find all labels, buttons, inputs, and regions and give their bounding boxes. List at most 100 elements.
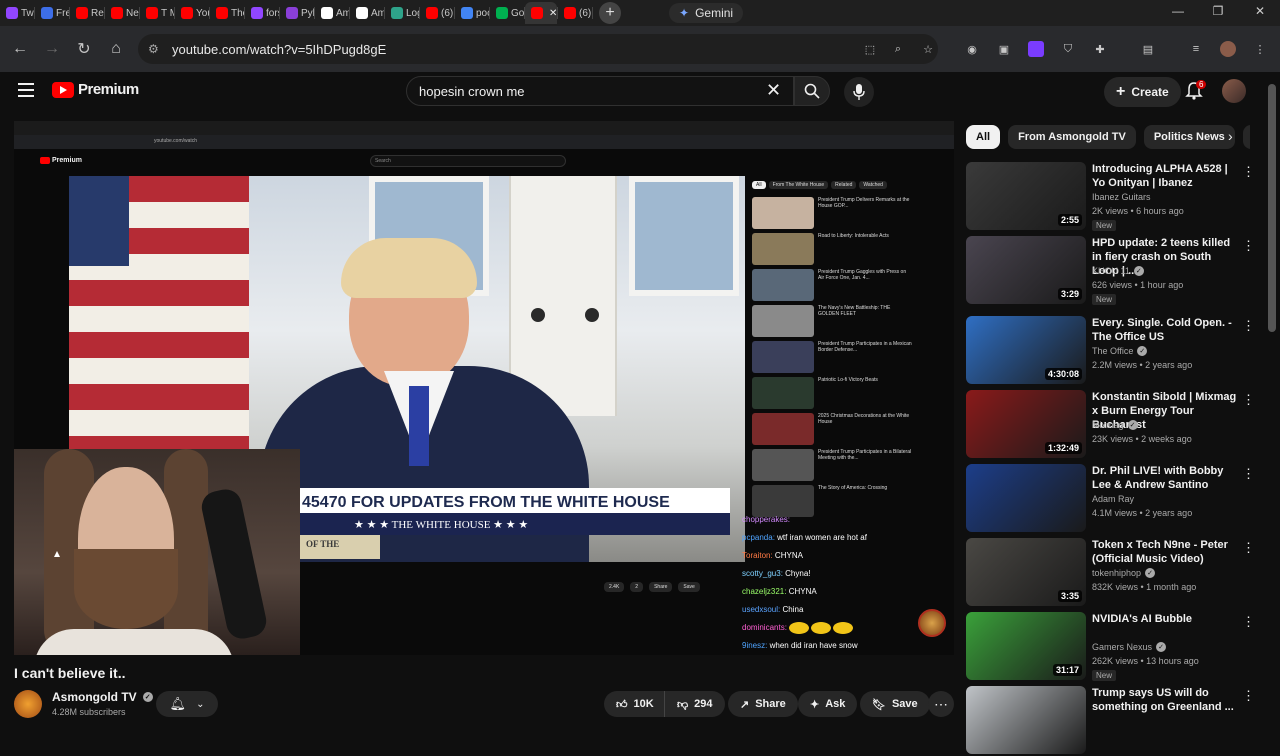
browser-tab[interactable]: (6) <box>558 2 592 24</box>
recommendation-channel[interactable]: Gamers Nexus ✓ <box>1092 642 1167 652</box>
recommendation-thumbnail[interactable] <box>966 686 1086 754</box>
recommendation-item[interactable]: 31:17 NVIDIA's AI Bubble Gamers Nexus ✓ 262K… <box>966 612 1266 682</box>
recommendation-thumbnail[interactable]: 1:32:49 <box>966 390 1086 458</box>
recommendation-channel[interactable]: Adam Ray <box>1092 494 1134 504</box>
recommendation-channel[interactable]: Ibanez Guitars <box>1092 192 1151 202</box>
like-button[interactable]: 👍︎ 10K <box>604 691 664 717</box>
side-panel-icon[interactable]: ▤ <box>1140 41 1156 57</box>
more-options-icon[interactable]: ⋮ <box>1242 614 1255 630</box>
recommendation-thumbnail[interactable]: 2:55 <box>966 162 1086 230</box>
extension-3-icon[interactable] <box>1028 41 1044 57</box>
extension-1-icon[interactable]: ◉ <box>964 41 980 57</box>
browser-tab[interactable]: fors <box>245 2 279 24</box>
video-player[interactable]: youtube.com/watch Premium Search 45470 F… <box>14 121 954 655</box>
browser-tab[interactable]: Fre <box>35 2 69 24</box>
filter-chip[interactable]: Politics News <box>1143 125 1235 149</box>
reading-list-icon[interactable]: ≡ <box>1188 41 1204 57</box>
recommendation-thumbnail[interactable]: 31:17 <box>966 612 1086 680</box>
recommendation-title[interactable]: Token x Tech N9ne - Peter (Official Musi… <box>1092 538 1240 566</box>
recommendation-channel[interactable]: The Office ✓ <box>1092 346 1148 356</box>
more-options-icon[interactable]: ⋮ <box>1242 540 1255 556</box>
more-options-icon[interactable]: ⋮ <box>1242 466 1255 482</box>
recommendation-thumbnail[interactable]: 3:35 <box>966 538 1086 606</box>
profile-avatar-icon[interactable] <box>1220 41 1236 57</box>
gemini-button[interactable]: ✦ Gemini <box>669 3 744 23</box>
recommendation-title[interactable]: Trump says US will do something on Green… <box>1092 686 1240 714</box>
save-button[interactable]: 🔖︎ Save <box>860 691 930 717</box>
back-icon[interactable]: ← <box>4 33 36 65</box>
more-options-icon[interactable]: ⋮ <box>1242 238 1255 254</box>
create-button[interactable]: + Create <box>1104 77 1181 107</box>
browser-tab[interactable]: (6) <box>420 2 454 24</box>
more-options-icon[interactable]: ⋮ <box>1242 392 1255 408</box>
recommendation-item[interactable]: 3:29 HPD update: 2 teens killed in fiery … <box>966 236 1266 306</box>
forward-icon[interactable]: → <box>36 33 68 65</box>
filter-chip[interactable]: All <box>966 125 1001 149</box>
bookmark-star-icon[interactable]: ☆ <box>920 41 936 57</box>
recommendation-channel[interactable]: Mixmag ✓ <box>1092 420 1138 430</box>
extension-2-icon[interactable]: ▣ <box>996 41 1012 57</box>
browser-tab[interactable]: Twi <box>0 2 34 24</box>
channel-name-row[interactable]: Asmongold TV ✓ <box>52 690 153 704</box>
more-options-icon[interactable]: ⋮ <box>1242 164 1255 180</box>
reload-icon[interactable]: ↻ <box>68 33 100 65</box>
chevron-right-icon[interactable]: › <box>1228 128 1233 144</box>
filter-chip[interactable]: From Asmongold TV <box>1008 125 1136 149</box>
more-actions-icon[interactable]: ⋯ <box>928 691 954 717</box>
more-options-icon[interactable]: ⋮ <box>1242 318 1255 334</box>
clear-search-icon[interactable]: ✕ <box>766 80 781 101</box>
recommendation-channel[interactable]: tokenhiphop ✓ <box>1092 568 1156 578</box>
recommendation-channel[interactable]: KHOU 11 ✓ <box>1092 266 1144 276</box>
browser-menu-icon[interactable]: ⋮ <box>1252 41 1268 57</box>
page-scrollbar[interactable] <box>1268 84 1276 332</box>
extension-4-icon[interactable]: ⛉ <box>1060 41 1076 57</box>
minimize-icon[interactable]: — <box>1158 0 1198 22</box>
browser-tab[interactable]: T M <box>140 2 174 24</box>
browser-tab[interactable]: Re <box>70 2 104 24</box>
recommendation-title[interactable]: Dr. Phil LIVE! with Bobby Lee & Andrew S… <box>1092 464 1240 492</box>
recommendation-item[interactable]: 3:35 Token x Tech N9ne - Peter (Official … <box>966 538 1266 608</box>
subscription-bell-button[interactable]: 🔔︎ ⌄ <box>156 691 218 717</box>
recommendation-thumbnail[interactable]: 4:30:08 <box>966 316 1086 384</box>
voice-search-button[interactable] <box>844 77 874 107</box>
close-tab-icon[interactable]: ✕ <box>549 8 557 19</box>
close-window-icon[interactable]: ✕ <box>1240 0 1280 22</box>
site-info-icon[interactable]: ⚙ <box>148 42 162 56</box>
recommendation-item[interactable]: Dr. Phil LIVE! with Bobby Lee & Andrew S… <box>966 464 1266 534</box>
recommendation-thumbnail[interactable]: 3:29 <box>966 236 1086 304</box>
recommendation-item[interactable]: 2:55 Introducing ALPHA A528 | Yo Onityan … <box>966 162 1266 232</box>
browser-tab[interactable]: Am <box>350 2 384 24</box>
youtube-logo[interactable]: Premium <box>52 81 139 98</box>
recommendation-title[interactable]: Introducing ALPHA A528 | Yo Onityan | Ib… <box>1092 162 1240 190</box>
browser-tab[interactable]: Log <box>385 2 419 24</box>
browser-tab[interactable]: Pyk <box>280 2 314 24</box>
filter-chip[interactable]: R <box>1242 125 1250 149</box>
url-field[interactable]: ⚙ youtube.com/watch?v=5IhDPugd8gE <box>138 34 938 64</box>
more-options-icon[interactable]: ⋮ <box>1242 688 1255 704</box>
recommendation-item[interactable]: 1:32:49 Konstantin Sibold | Mixmag x Burn… <box>966 390 1266 460</box>
browser-tab[interactable]: poc <box>455 2 489 24</box>
dislike-button[interactable]: 👎︎ 294 <box>664 691 725 717</box>
share-button[interactable]: ↗ Share <box>728 691 798 717</box>
browser-tab[interactable]: Am <box>315 2 349 24</box>
recommendation-item[interactable]: 4:30:08 Every. Single. Cold Open. - The O… <box>966 316 1266 386</box>
new-tab-button[interactable]: + <box>599 2 621 24</box>
recommendation-thumbnail[interactable] <box>966 464 1086 532</box>
ask-button[interactable]: ✦ Ask <box>798 691 858 717</box>
home-icon[interactable]: ⌂ <box>100 33 132 65</box>
browser-tab[interactable]: Go <box>490 2 524 24</box>
browser-tab[interactable]: Nel <box>105 2 139 24</box>
recommendation-title[interactable]: Every. Single. Cold Open. - The Office U… <box>1092 316 1240 344</box>
account-avatar[interactable] <box>1222 79 1246 103</box>
channel-avatar[interactable] <box>14 690 42 718</box>
hamburger-menu-icon[interactable] <box>18 83 34 97</box>
browser-tab[interactable]: ✕ <box>525 2 557 24</box>
browser-tab[interactable]: You <box>175 2 209 24</box>
extensions-puzzle-icon[interactable]: ✚ <box>1092 41 1108 57</box>
recommendation-title[interactable]: NVIDIA's AI Bubble <box>1092 612 1240 626</box>
search-input[interactable]: hopesin crown me <box>406 76 794 106</box>
recommendation-item[interactable]: Trump says US will do something on Green… <box>966 686 1266 756</box>
install-app-icon[interactable]: ⬚ <box>862 41 878 57</box>
search-button[interactable] <box>794 76 830 106</box>
browser-tab[interactable]: The <box>210 2 244 24</box>
